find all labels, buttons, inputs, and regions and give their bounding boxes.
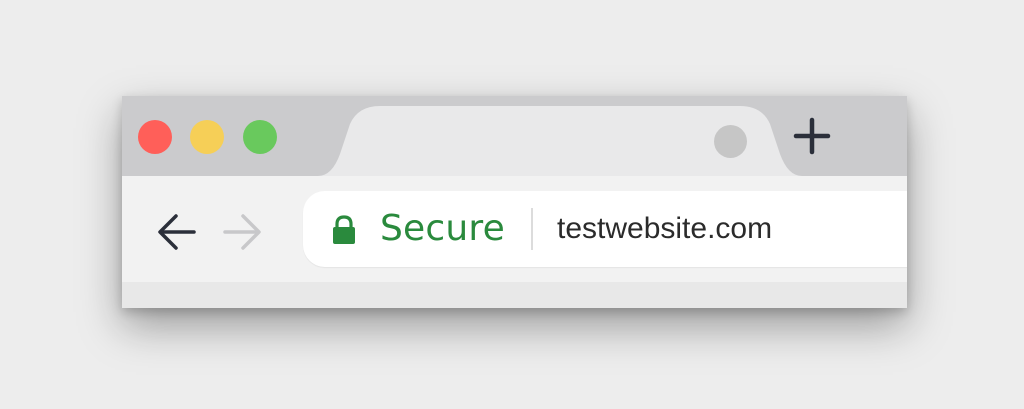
browser-window: Secure testwebsite.com [122, 96, 907, 308]
arrow-right-icon[interactable] [221, 211, 263, 253]
page-content-area [122, 282, 907, 308]
url-text[interactable]: testwebsite.com [557, 211, 772, 247]
omnibox-divider [531, 208, 533, 250]
security-status-label[interactable]: Secure [380, 209, 505, 249]
tab-close-button[interactable] [714, 125, 747, 158]
plus-icon[interactable] [792, 116, 832, 156]
arrow-left-icon[interactable] [156, 211, 198, 253]
active-tab[interactable] [122, 96, 907, 176]
address-bar[interactable]: Secure testwebsite.com [303, 191, 907, 267]
lock-icon [333, 215, 355, 244]
